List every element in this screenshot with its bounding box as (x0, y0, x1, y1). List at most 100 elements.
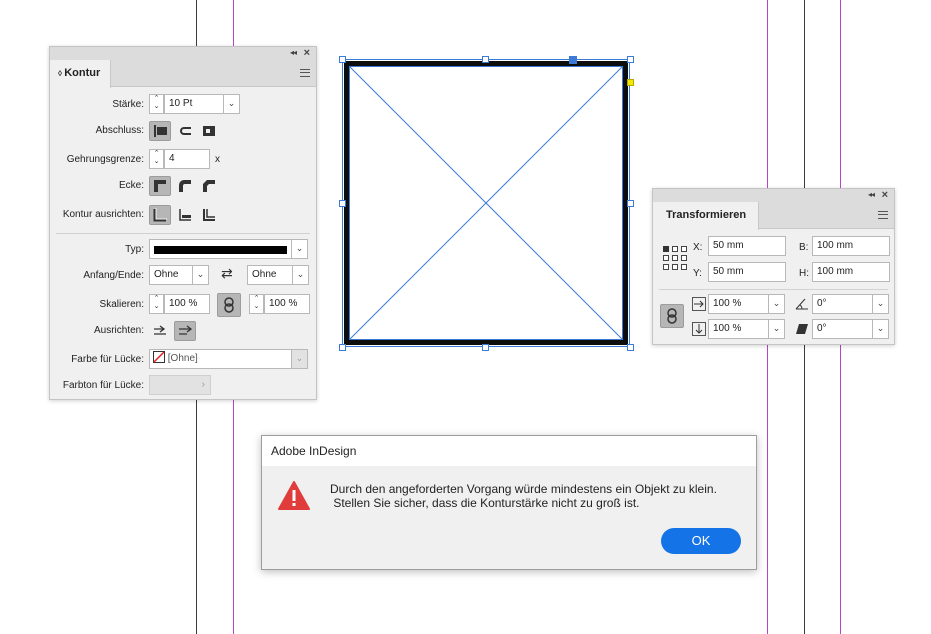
scale-x-dropdown[interactable]: ⌄ (768, 294, 785, 314)
rotation-input[interactable]: 0° (812, 294, 873, 314)
close-icon[interactable]: × (304, 47, 310, 59)
round-cap-icon (180, 127, 191, 135)
collapse-icon[interactable]: ◂◂ (290, 48, 297, 57)
panel-tabbar: Transformieren (653, 202, 894, 230)
abschluss-label: Abschluss: (95, 125, 144, 136)
scale-y-input[interactable]: 100 % (708, 319, 769, 339)
anfang-ende-label: Anfang/Ende: (83, 270, 144, 281)
projecting-cap-button[interactable] (198, 121, 220, 141)
arrow-inside-button[interactable] (174, 321, 196, 341)
panel-titlebar[interactable]: ◂◂ × (50, 47, 316, 60)
staerke-input[interactable]: 10 Pt (164, 94, 224, 114)
warning-icon (278, 481, 310, 510)
resize-handle-top-right[interactable] (627, 56, 634, 63)
butt-cap-button[interactable] (149, 121, 171, 141)
panel-titlebar[interactable]: ◂◂ × (653, 189, 894, 202)
arrow-inside-icon (179, 325, 192, 335)
reference-point-icon[interactable] (663, 246, 689, 272)
gehrungsgrenze-stepper[interactable]: ⌃ ⌄ (149, 149, 164, 169)
resize-handle-left[interactable] (339, 200, 346, 207)
ok-button[interactable]: OK (661, 528, 741, 554)
corner-options-handle[interactable] (627, 79, 634, 86)
dialog-title: Adobe InDesign (262, 436, 756, 466)
solid-line-preview (154, 246, 287, 254)
collapse-icon[interactable]: ◂◂ (868, 190, 875, 199)
scale-start-stepper[interactable]: ⌃ ⌄ (149, 294, 164, 314)
scale-x-icon (692, 297, 706, 311)
scale-end-input[interactable]: 100 % (264, 294, 310, 314)
kontur-ausrichten-label: Kontur ausrichten: (62, 209, 144, 220)
bevel-join-button[interactable] (198, 176, 220, 196)
panel-menu-icon[interactable] (300, 69, 310, 77)
miter-join-button[interactable] (149, 176, 171, 196)
shear-dropdown[interactable]: ⌄ (872, 319, 889, 339)
gehrungsgrenze-input[interactable]: 4 (164, 149, 210, 169)
resize-handle-bottom-right[interactable] (627, 344, 634, 351)
x-label: X: (693, 242, 703, 253)
panel-menu-icon[interactable] (878, 211, 888, 219)
butt-cap-icon (154, 125, 167, 137)
scale-y-dropdown[interactable]: ⌄ (768, 319, 785, 339)
chevron-right-icon: › (201, 379, 205, 390)
resize-handle-top[interactable] (482, 56, 489, 63)
y-input[interactable]: 50 mm (708, 262, 786, 282)
scale-y-icon (692, 322, 706, 336)
b-label: B: (799, 242, 809, 253)
projecting-cap-icon (203, 126, 215, 136)
constrain-proportions-button[interactable] (660, 304, 684, 328)
tab-transformieren[interactable]: Transformieren (653, 202, 759, 230)
round-join-icon (179, 180, 191, 192)
empty-frame-cross (349, 66, 623, 340)
round-join-button[interactable] (174, 176, 196, 196)
farbton-luecke-label: Farbton für Lücke: (62, 380, 144, 391)
rotate-icon (795, 298, 808, 310)
alert-dialog: Adobe InDesign Durch den angeforderten V… (261, 435, 757, 570)
align-stroke-outside-button[interactable] (198, 205, 220, 225)
skalieren-label: Skalieren: (99, 299, 144, 310)
round-cap-button[interactable] (174, 121, 196, 141)
resize-handle-right[interactable] (627, 200, 634, 207)
none-swatch-icon (153, 351, 165, 363)
typ-label: Typ: (125, 244, 144, 255)
scale-end-stepper[interactable]: ⌃ ⌄ (249, 294, 264, 314)
chain-link-icon (667, 308, 677, 324)
gehrungsgrenze-unit: x (215, 154, 220, 165)
resize-handle-top-left[interactable] (339, 56, 346, 63)
miter-join-icon (154, 180, 166, 192)
gap-color-dropdown[interactable]: ⌄ (291, 349, 308, 369)
resize-handle-bottom[interactable] (482, 344, 489, 351)
arrow-extend-button[interactable] (149, 321, 171, 341)
shear-icon (796, 324, 808, 334)
tab-kontur[interactable]: ◊ Kontur (50, 60, 112, 88)
swap-arrows-icon[interactable]: ⇄ (221, 265, 233, 282)
align-stroke-center-button[interactable] (149, 205, 171, 225)
b-input[interactable]: 100 mm (812, 236, 890, 256)
x-input[interactable]: 50 mm (708, 236, 786, 256)
staerke-label: Stärke: (112, 99, 144, 110)
close-icon[interactable]: × (882, 189, 888, 201)
resize-handle-bottom-left[interactable] (339, 344, 346, 351)
staerke-stepper[interactable]: ⌃ ⌄ (149, 94, 164, 114)
gap-tint-input: › (149, 375, 211, 395)
end-shape-dropdown[interactable]: ⌄ (292, 265, 309, 285)
rotation-dropdown[interactable]: ⌄ (872, 294, 889, 314)
end-shape-select[interactable]: Ohne (247, 265, 293, 285)
start-shape-select[interactable]: Ohne (149, 265, 193, 285)
ecke-label: Ecke: (118, 180, 144, 191)
align-stroke-inside-button[interactable] (174, 205, 196, 225)
staerke-dropdown[interactable]: ⌄ (223, 94, 240, 114)
scale-x-input[interactable]: 100 % (708, 294, 769, 314)
start-shape-dropdown[interactable]: ⌄ (192, 265, 209, 285)
link-scale-button[interactable] (217, 293, 241, 317)
gap-color-select[interactable]: [Ohne] (149, 349, 292, 369)
shear-input[interactable]: 0° (812, 319, 873, 339)
farbe-luecke-label: Farbe für Lücke: (71, 354, 144, 365)
dialog-message: Durch den angeforderten Vorgang würde mi… (330, 482, 717, 510)
content-grabber-handle[interactable] (569, 56, 577, 64)
stroke-type-dropdown[interactable]: ⌄ (291, 239, 308, 259)
kontur-panel: ◂◂ × ◊ Kontur Stärke: ⌃ ⌄ 10 Pt ⌄ Abschlu… (49, 46, 317, 400)
h-input[interactable]: 100 mm (812, 262, 890, 282)
h-label: H: (799, 268, 809, 279)
stroke-type-select[interactable] (149, 239, 292, 259)
scale-start-input[interactable]: 100 % (164, 294, 210, 314)
